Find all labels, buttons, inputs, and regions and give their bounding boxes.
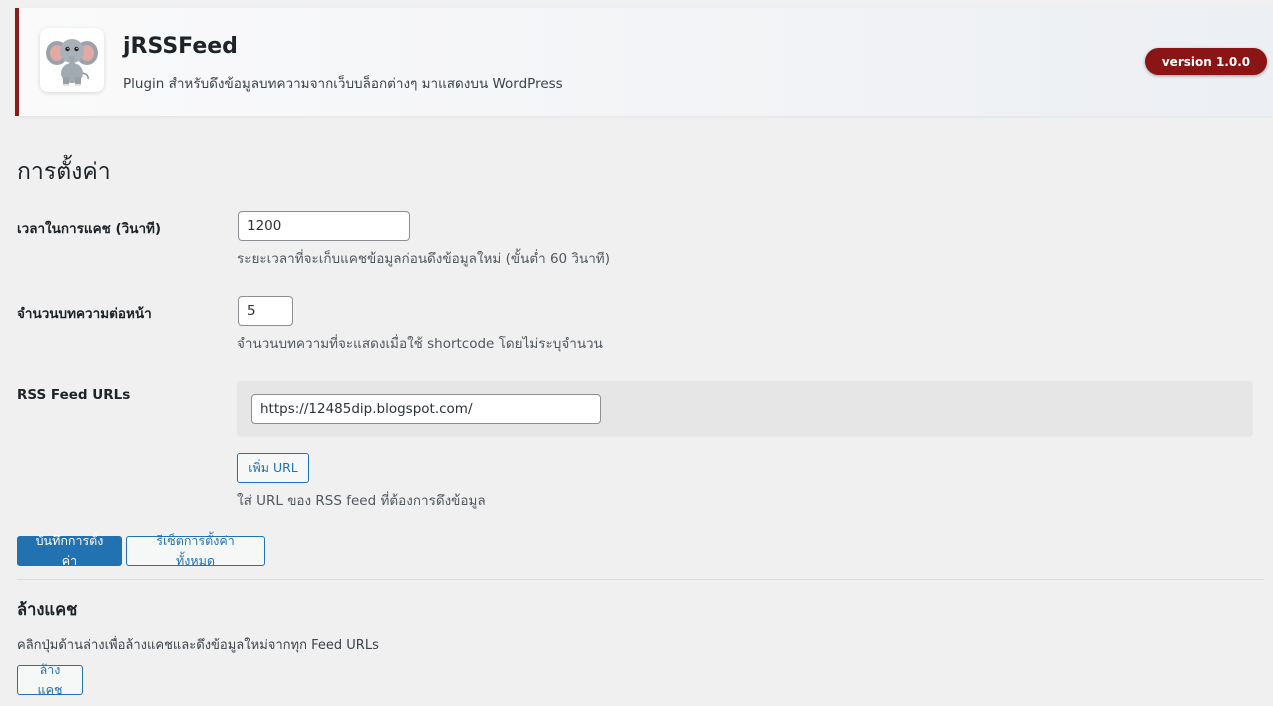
plugin-description: Plugin สำหรับดึงข้อมูลบทความจากเว็บบล็อก… bbox=[123, 76, 563, 92]
elephant-logo-icon bbox=[46, 39, 98, 86]
add-url-button[interactable]: เพิ่ม URL bbox=[237, 453, 309, 483]
clear-cache-button[interactable]: ล้างแคช bbox=[17, 662, 83, 697]
feed-url-input[interactable] bbox=[251, 394, 601, 424]
cache-time-input[interactable] bbox=[238, 211, 410, 241]
posts-per-page-input[interactable] bbox=[238, 296, 293, 326]
save-settings-button[interactable]: บันทึกการตั้งค่า bbox=[17, 533, 122, 568]
plugin-logo bbox=[40, 28, 104, 92]
clear-cache-heading: ล้างแคช bbox=[17, 600, 78, 619]
feed-urls-label: RSS Feed URLs bbox=[17, 387, 131, 403]
reset-settings-button[interactable]: รีเซ็ตการตั้งค่าทั้งหมด bbox=[126, 533, 265, 568]
cache-time-help: ระยะเวลาที่จะเก็บแคชข้อมูลก่อนดึงข้อมูลใ… bbox=[237, 251, 610, 267]
feed-urls-help: ใส่ URL ของ RSS feed ที่ต้องการดึงข้อมูล bbox=[237, 493, 486, 509]
version-badge: version 1.0.0 bbox=[1145, 48, 1267, 75]
plugin-header: jRSSFeed Plugin สำหรับดึงข้อมูลบทความจาก… bbox=[15, 8, 1273, 116]
cache-time-label: เวลาในการแคช (วินาที) bbox=[17, 221, 162, 237]
page-title: การตั้งค่า bbox=[17, 159, 111, 185]
clear-cache-description: คลิกปุ่มด้านล่างเพื่อล้างแคชและดึงข้อมูล… bbox=[17, 638, 379, 653]
feed-url-list bbox=[237, 381, 1253, 437]
posts-per-page-help: จำนวนบทความที่จะแสดงเมื่อใช้ shortcode โ… bbox=[237, 336, 603, 352]
plugin-title: jRSSFeed bbox=[123, 34, 238, 59]
section-divider bbox=[17, 579, 1264, 580]
posts-per-page-label: จำนวนบทความต่อหน้า bbox=[17, 306, 152, 322]
